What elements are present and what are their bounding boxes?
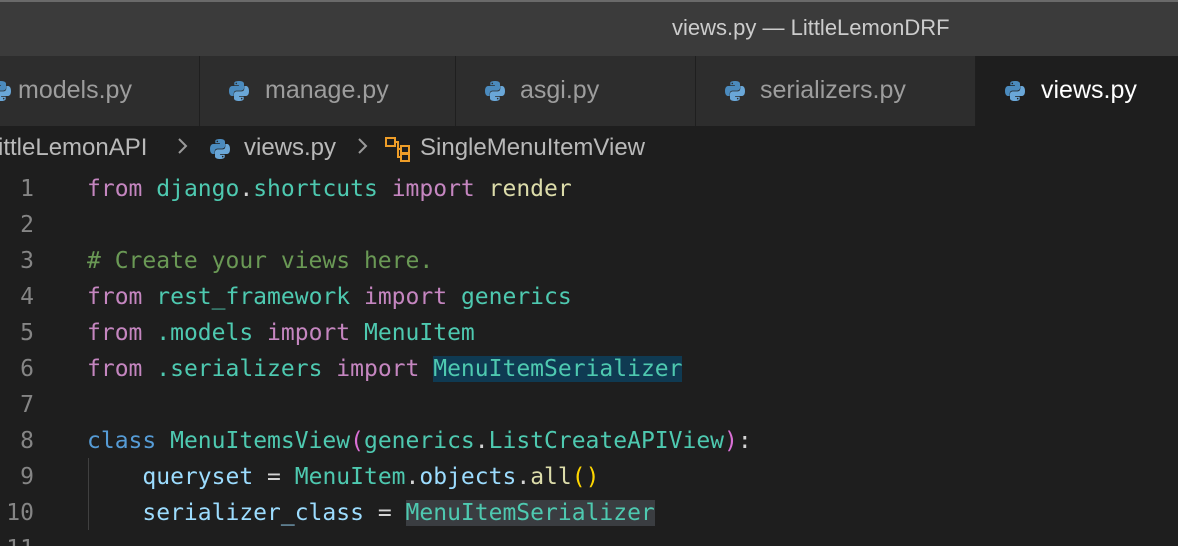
- python-icon: [228, 80, 250, 109]
- line-number: 3: [20, 248, 34, 274]
- tab-models-py[interactable]: models.py: [0, 56, 200, 126]
- breadcrumb-file[interactable]: views.py: [244, 134, 336, 162]
- chevron-right-icon: [356, 134, 370, 165]
- breadcrumb-symbol[interactable]: SingleMenuItemView: [420, 134, 645, 162]
- line-content: from rest_framework import generics: [87, 284, 572, 310]
- code-line[interactable]: 5 from .models import MenuItem: [0, 316, 1178, 352]
- line-content: serializer_class = MenuItemSerializer: [142, 500, 655, 526]
- tab-bar: models.py manage.py asgi.py serializers.…: [0, 56, 1178, 126]
- tab-label: asgi.py: [520, 76, 600, 104]
- python-icon: [1004, 80, 1026, 109]
- word-highlight: MenuItemSerializer: [405, 500, 655, 526]
- tab-serializers-py[interactable]: serializers.py: [696, 56, 976, 126]
- tab-asgi-py[interactable]: asgi.py: [456, 56, 696, 126]
- code-editor[interactable]: 1 from django.shortcuts import render 2 …: [0, 172, 1178, 546]
- line-number: 9: [20, 464, 34, 490]
- line-content: # Create your views here.: [87, 248, 434, 274]
- line-number: 8: [20, 428, 34, 454]
- python-icon: [724, 80, 746, 109]
- code-line[interactable]: 4 from rest_framework import generics: [0, 280, 1178, 316]
- breadcrumb: ittleLemonAPI views.py SingleMenuItemVie…: [0, 126, 1178, 172]
- line-number: 7: [20, 392, 34, 418]
- code-line[interactable]: 3 # Create your views here.: [0, 244, 1178, 280]
- python-icon: [484, 80, 506, 109]
- line-number: 2: [20, 212, 34, 238]
- title-bar: views.py — LittleLemonDRF: [0, 0, 1178, 56]
- tab-label: serializers.py: [760, 76, 906, 104]
- python-icon: [0, 80, 12, 109]
- window-title: views.py — LittleLemonDRF: [672, 15, 950, 40]
- tab-views-py[interactable]: views.py: [976, 56, 1178, 126]
- class-symbol-icon: [384, 135, 412, 170]
- code-line[interactable]: 9 queryset = MenuItem.objects.all(): [0, 460, 1178, 496]
- code-line[interactable]: 11: [0, 532, 1178, 546]
- breadcrumb-folder[interactable]: ittleLemonAPI: [0, 134, 147, 162]
- python-icon: [209, 138, 231, 167]
- line-content: queryset = MenuItem.objects.all(): [142, 464, 600, 490]
- line-content: from .serializers import MenuItemSeriali…: [87, 356, 683, 382]
- line-number: 4: [20, 284, 34, 310]
- line-number: 5: [20, 320, 34, 346]
- line-content: from django.shortcuts import render: [87, 176, 572, 202]
- code-line[interactable]: 8 class MenuItemsView(generics.ListCreat…: [0, 424, 1178, 460]
- line-number: 11: [0, 536, 34, 546]
- chevron-right-icon: [176, 134, 190, 165]
- selection-highlight: MenuItemSerializer: [433, 356, 683, 382]
- tab-manage-py[interactable]: manage.py: [200, 56, 456, 126]
- code-line[interactable]: 7: [0, 388, 1178, 424]
- line-content: class MenuItemsView(generics.ListCreateA…: [87, 428, 752, 454]
- code-line[interactable]: 6 from .serializers import MenuItemSeria…: [0, 352, 1178, 388]
- line-number: 6: [20, 356, 34, 382]
- line-number: 10: [6, 500, 34, 526]
- line-number: 1: [20, 176, 34, 202]
- code-line[interactable]: 1 from django.shortcuts import render: [0, 172, 1178, 208]
- code-line[interactable]: 10 serializer_class = MenuItemSerializer: [0, 496, 1178, 532]
- tab-label: views.py: [1041, 76, 1137, 104]
- line-content: from .models import MenuItem: [87, 320, 475, 346]
- code-line[interactable]: 2: [0, 208, 1178, 244]
- tab-label: models.py: [18, 76, 132, 104]
- tab-label: manage.py: [265, 76, 389, 104]
